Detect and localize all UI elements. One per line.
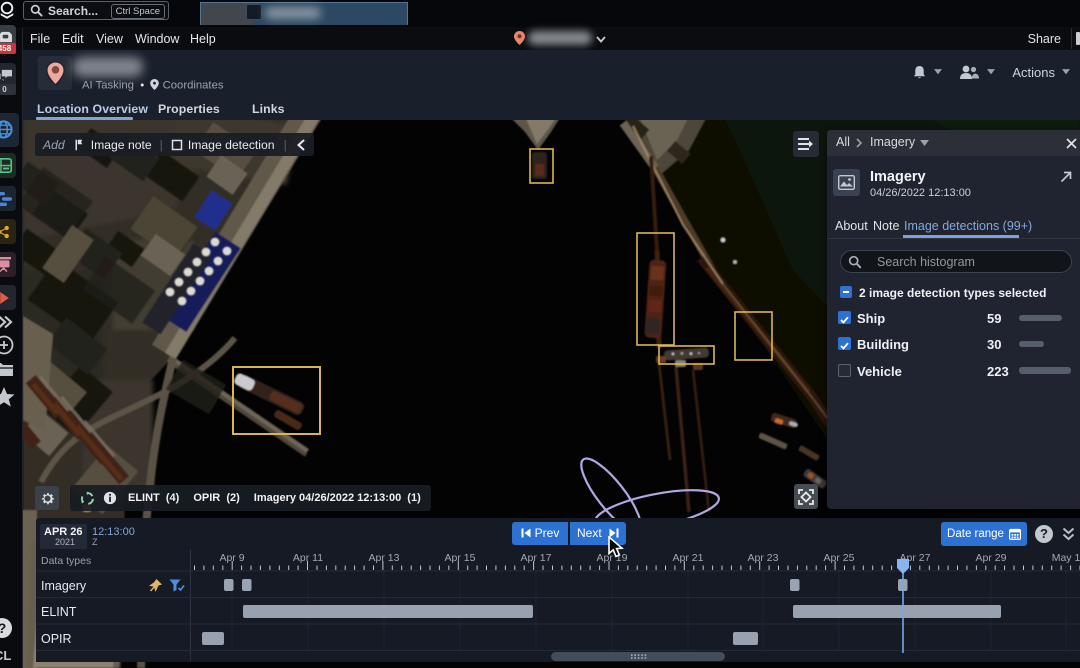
- svg-text:Apr 21: Apr 21: [673, 552, 704, 564]
- svg-text:Apr 25: Apr 25: [824, 552, 855, 564]
- svg-text:Apr 23: Apr 23: [748, 552, 779, 564]
- svg-text:Apr 11: Apr 11: [293, 552, 323, 564]
- svg-text:May 1: May 1: [1052, 552, 1080, 564]
- svg-text:Apr 17: Apr 17: [521, 552, 552, 564]
- svg-text:Apr 29: Apr 29: [976, 552, 1007, 564]
- svg-text:Apr 15: Apr 15: [445, 552, 476, 564]
- svg-text:Apr 13: Apr 13: [369, 552, 400, 564]
